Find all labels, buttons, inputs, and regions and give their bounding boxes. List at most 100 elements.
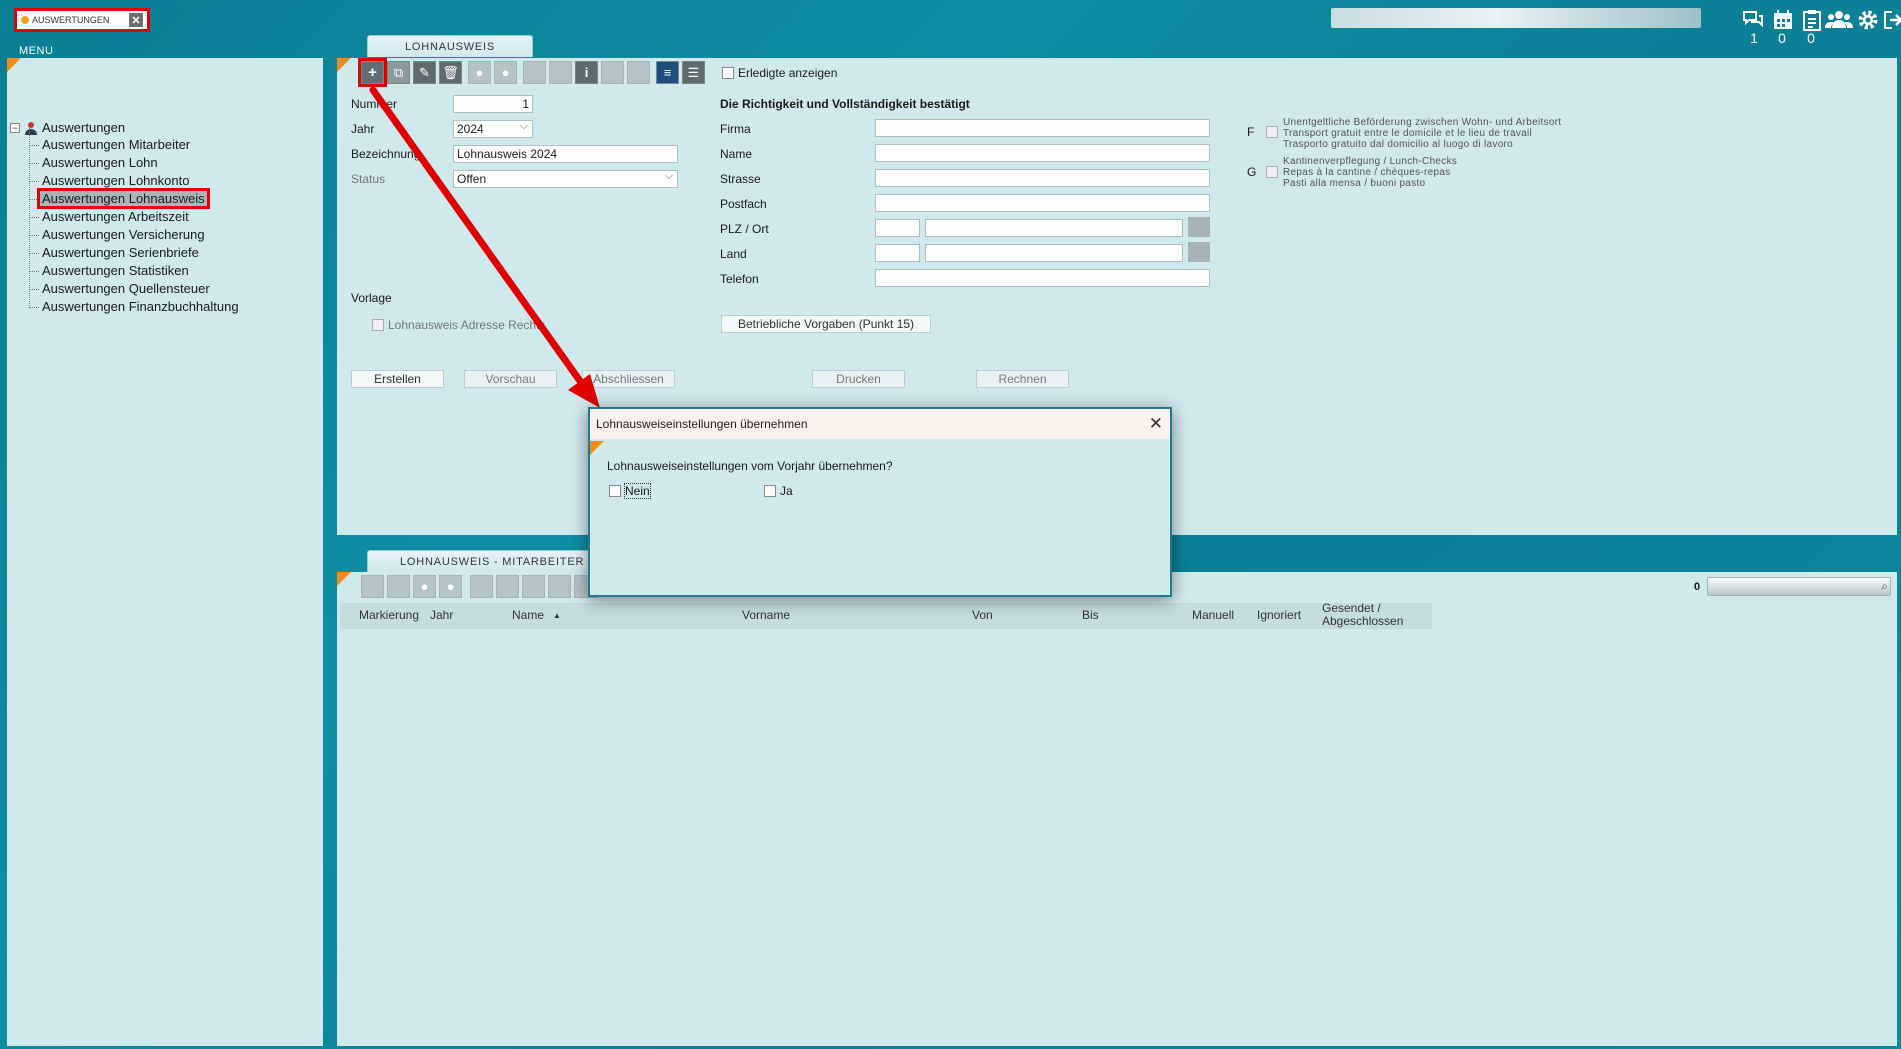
name-label: Name — [720, 147, 753, 161]
tree-root-auswertungen[interactable]: − Auswertungen — [10, 120, 125, 135]
option-nein-label[interactable]: Nein — [624, 483, 651, 499]
land-lookup-button[interactable] — [1188, 242, 1210, 262]
toolbar-button-11[interactable] — [627, 61, 650, 84]
abschliessen-button[interactable]: Abschliessen — [582, 370, 675, 388]
col-vorname[interactable]: Vorname — [742, 608, 790, 622]
sidebar-item-lohnkonto[interactable]: Auswertungen Lohnkonto — [40, 173, 191, 188]
jahr-select[interactable]: 2024 — [453, 120, 533, 138]
rechnen-button[interactable]: Rechnen — [976, 370, 1069, 388]
group-icon[interactable] — [1825, 8, 1853, 32]
user-info-bar — [1331, 8, 1701, 28]
save-icon: ● — [475, 65, 484, 80]
name-input[interactable] — [875, 144, 1210, 162]
list-toolbar-button-8[interactable] — [548, 575, 571, 598]
vorschau-button[interactable]: Vorschau — [464, 370, 557, 388]
sidebar-item-quellensteuer[interactable]: Auswertungen Quellensteuer — [40, 281, 212, 296]
list-toolbar-button-4[interactable]: ● — [439, 575, 462, 598]
list-toolbar-button-1[interactable] — [361, 575, 384, 598]
list-toolbar-button-5[interactable] — [470, 575, 493, 598]
col-markierung[interactable]: Markierung — [359, 608, 419, 622]
sidebar-item-serienbriefe[interactable]: Auswertungen Serienbriefe — [40, 245, 201, 260]
list-toolbar-button-7[interactable] — [522, 575, 545, 598]
drucken-button[interactable]: Drucken — [812, 370, 905, 388]
postfach-input[interactable] — [875, 194, 1210, 212]
bezeichnung-input[interactable]: Lohnausweis 2024 — [453, 145, 678, 163]
erstellen-button[interactable]: Erstellen — [351, 370, 444, 388]
toolbar-button-10[interactable] — [601, 61, 624, 84]
col-gesendet-abgeschlossen[interactable]: Gesendet / Abgeschlossen — [1322, 602, 1403, 628]
adresse-rechts-checkbox[interactable] — [372, 319, 384, 331]
col-von[interactable]: Von — [972, 608, 993, 622]
save-button[interactable]: ● — [468, 61, 491, 84]
cancel-button[interactable]: ● — [494, 61, 517, 84]
gear-icon[interactable] — [1856, 8, 1880, 32]
show-done-label: Erledigte anzeigen — [738, 66, 838, 80]
clear-search-icon[interactable]: ✕ — [129, 13, 143, 27]
toolbar-button-8[interactable] — [549, 61, 572, 84]
close-icon[interactable]: ✕ — [1149, 414, 1163, 434]
f-checkbox[interactable] — [1266, 126, 1278, 138]
sidebar-item-lohnausweis[interactable]: Auswertungen Lohnausweis — [37, 188, 210, 209]
list-search-input[interactable]: ⌕ — [1707, 577, 1891, 596]
col-ignoriert[interactable]: Ignoriert — [1257, 608, 1301, 622]
col-name[interactable]: Name — [512, 608, 544, 622]
sidebar-item-arbeitszeit[interactable]: Auswertungen Arbeitszeit — [40, 209, 191, 224]
delete-button[interactable]: 🗑 — [439, 61, 462, 84]
clipboard-icon[interactable] — [1800, 8, 1824, 32]
option-nein-checkbox[interactable] — [609, 485, 621, 497]
plz-input[interactable] — [875, 219, 920, 237]
status-select[interactable]: Offen — [453, 170, 678, 188]
sidebar-item-statistiken[interactable]: Auswertungen Statistiken — [40, 263, 191, 278]
option-ja-label[interactable]: Ja — [780, 484, 793, 498]
betriebliche-vorgaben-button[interactable]: Betriebliche Vorgaben (Punkt 15) — [721, 315, 931, 333]
align-left-icon: ≡ — [663, 65, 672, 80]
land-name-input[interactable] — [925, 244, 1183, 262]
list-toolbar-button-2[interactable] — [387, 575, 410, 598]
f-description: Unentgeltliche Beförderung zwischen Wohn… — [1283, 117, 1561, 150]
sidebar-item-versicherung[interactable]: Auswertungen Versicherung — [40, 227, 207, 242]
tree-connector — [29, 181, 39, 182]
edit-button[interactable]: ✎ — [413, 61, 436, 84]
col-manuell[interactable]: Manuell — [1192, 608, 1234, 622]
nummer-input[interactable]: 1 — [453, 95, 533, 113]
add-button[interactable]: + — [358, 58, 387, 87]
plz-ort-label: PLZ / Ort — [720, 222, 769, 236]
sidebar-item-finanzbuchhaltung[interactable]: Auswertungen Finanzbuchhaltung — [40, 299, 241, 314]
g-checkbox[interactable] — [1266, 166, 1278, 178]
f-text-it: Trasporto gratuito dal domicilio al luog… — [1283, 139, 1514, 150]
show-done-checkbox[interactable] — [722, 67, 734, 79]
quick-search-value[interactable]: AUSWERTUNGEN — [32, 15, 129, 25]
list-toolbar-button-6[interactable] — [496, 575, 519, 598]
chat-icon[interactable] — [1741, 8, 1765, 32]
copy-icon: ⧉ — [393, 64, 404, 80]
land-code-input[interactable] — [875, 244, 920, 262]
tree-root-label[interactable]: Auswertungen — [42, 120, 125, 135]
search-icon[interactable]: ⌕ — [1881, 579, 1888, 594]
info-button[interactable]: i — [575, 61, 598, 84]
list-view-button[interactable]: ☰ — [682, 61, 705, 84]
option-ja-checkbox[interactable] — [764, 485, 776, 497]
firma-input[interactable] — [875, 119, 1210, 137]
sidebar-item-mitarbeiter[interactable]: Auswertungen Mitarbeiter — [40, 137, 192, 152]
tasks-count: 0 — [1807, 30, 1815, 46]
strasse-input[interactable] — [875, 169, 1210, 187]
list-toolbar-button-3[interactable]: ● — [413, 575, 436, 598]
g-text-fr: Repas à la cantine / chèques-repas — [1283, 167, 1451, 178]
quick-search-box[interactable]: AUSWERTUNGEN ✕ — [14, 8, 150, 32]
toolbar-button-7[interactable] — [523, 61, 546, 84]
copy-button[interactable]: ⧉ — [387, 61, 410, 84]
calendar-icon[interactable] — [1771, 8, 1795, 32]
collapse-icon[interactable]: − — [10, 122, 20, 133]
messages-count: 1 — [1750, 30, 1758, 46]
pencil-icon: ✎ — [419, 64, 430, 80]
tab-lohnausweis[interactable]: LOHNAUSWEIS — [367, 35, 533, 57]
col-bis[interactable]: Bis — [1082, 608, 1099, 622]
col-jahr[interactable]: Jahr — [430, 608, 453, 622]
ort-input[interactable] — [925, 219, 1183, 237]
plz-lookup-button[interactable] — [1188, 217, 1210, 237]
form-view-button[interactable]: ≡ — [656, 61, 679, 84]
telefon-input[interactable] — [875, 269, 1210, 287]
logout-icon[interactable] — [1881, 8, 1901, 32]
sidebar-item-lohn[interactable]: Auswertungen Lohn — [40, 155, 160, 170]
g-text-de: Kantinenverpflegung / Lunch-Checks — [1283, 156, 1458, 167]
